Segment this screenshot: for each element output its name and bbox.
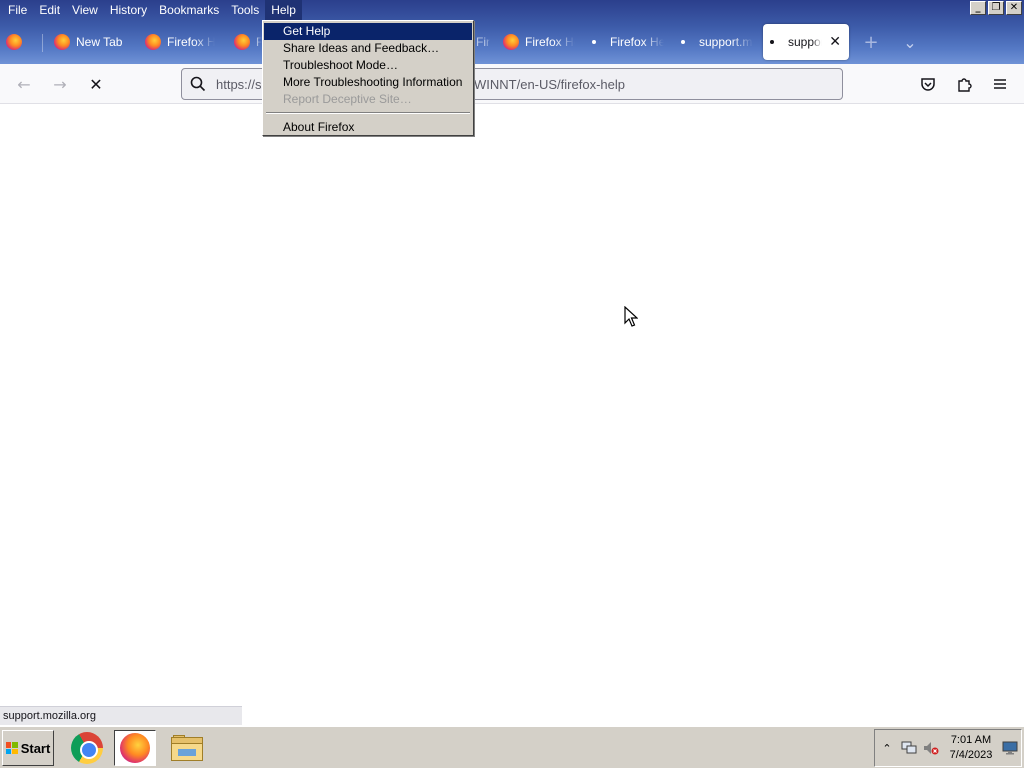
tab-firefox-help[interactable]: Firefox Help — [145, 24, 215, 60]
stop-button[interactable]: ✕ — [84, 72, 108, 96]
stop-x-icon: ✕ — [89, 74, 103, 94]
clock-time: 7:01 AM — [950, 734, 992, 746]
folder-icon — [171, 735, 203, 761]
window-controls: _ ❐ ✕ — [970, 1, 1022, 15]
firefox-icon — [234, 34, 250, 50]
extensions-button[interactable] — [952, 72, 976, 96]
tab-separator — [42, 34, 43, 52]
menu-separator — [266, 112, 470, 114]
close-window-button[interactable]: ✕ — [1006, 1, 1022, 15]
tab-support-selected[interactable]: support.mozilla.org ✕ — [763, 24, 849, 60]
taskbar-clock[interactable]: 7:01 AM 7/4/2023 — [941, 733, 1001, 763]
pocket-button[interactable] — [916, 72, 940, 96]
firefox-icon — [6, 34, 22, 50]
navigation-toolbar: ← → ✕ https://s WINNT/en-US/firefox-help — [0, 64, 1024, 104]
chrome-icon — [71, 732, 103, 764]
tab-support-loading[interactable]: support.mozilla.org — [681, 24, 753, 60]
tab-label: Firefox Help — [476, 35, 490, 49]
chevron-down-icon: ⌄ — [903, 32, 917, 52]
menu-item-share-ideas[interactable]: Share Ideas and Feedback… — [264, 40, 472, 57]
minimize-button[interactable]: _ — [970, 1, 986, 15]
menu-help[interactable]: Help — [265, 0, 302, 20]
tab-firefox-help[interactable]: Firefox Help — [234, 24, 262, 60]
tab-label: support.mozilla.org — [699, 35, 753, 49]
menu-item-troubleshooting-info[interactable]: More Troubleshooting Information — [264, 74, 472, 91]
menu-history[interactable]: History — [104, 0, 153, 20]
list-all-tabs-button[interactable]: ⌄ — [900, 24, 920, 60]
taskbar-file-explorer[interactable] — [166, 730, 208, 766]
network-icon[interactable] — [900, 739, 918, 757]
search-icon — [190, 76, 206, 92]
system-tray: ⌃ 7:01 AM 7/4/2023 — [874, 729, 1022, 767]
menu-item-get-help[interactable]: Get Help — [264, 23, 472, 40]
menu-tools[interactable]: Tools — [225, 0, 265, 20]
menu-view[interactable]: View — [66, 0, 104, 20]
start-label: Start — [20, 740, 51, 756]
restore-button[interactable]: ❐ — [988, 1, 1004, 15]
hamburger-menu-icon — [994, 79, 1006, 89]
show-desktop-button[interactable] — [1001, 739, 1019, 757]
tab-label: Firefox Help — [610, 35, 664, 49]
tab-label: Firefox Help — [167, 35, 215, 49]
volume-muted-icon[interactable] — [922, 739, 940, 757]
firefox-icon — [503, 34, 519, 50]
tab-firefox-help-loading[interactable]: Firefox Help — [592, 24, 664, 60]
loading-dot-icon — [592, 40, 596, 44]
tab-label: Firefox Help — [525, 35, 575, 49]
mouse-cursor-icon — [624, 306, 638, 327]
loading-dot-icon — [681, 40, 685, 44]
taskbar-chrome[interactable] — [66, 730, 108, 766]
back-button[interactable]: ← — [12, 72, 36, 96]
new-tab-button[interactable]: + — [862, 24, 880, 60]
menu-edit[interactable]: Edit — [33, 0, 66, 20]
page-content — [0, 105, 1024, 705]
tab-label: New Tab — [76, 35, 123, 49]
firefox-icon — [145, 34, 161, 50]
plus-icon: + — [863, 31, 879, 53]
menu-item-troubleshoot-mode[interactable]: Troubleshoot Mode… — [264, 57, 472, 74]
forward-button[interactable]: → — [48, 72, 72, 96]
pocket-icon — [921, 78, 935, 91]
menu-bar: File Edit View History Bookmarks Tools H… — [0, 0, 302, 20]
browser-titlebar: File Edit View History Bookmarks Tools H… — [0, 0, 1024, 64]
help-menu-dropdown: Get Help Share Ideas and Feedback… Troub… — [262, 20, 474, 136]
chevron-up-icon: ⌃ — [882, 741, 892, 755]
windows-logo-icon — [5, 742, 18, 754]
menu-bookmarks[interactable]: Bookmarks — [153, 0, 225, 20]
tab-firefox-help[interactable]: Firefox Help — [476, 24, 490, 60]
tab-strip: New Tab Firefox Help Firefox Help Firefo… — [0, 22, 1024, 62]
show-hidden-icons-button[interactable]: ⌃ — [878, 739, 896, 757]
url-text-prefix: https://s — [216, 76, 262, 92]
menu-file[interactable]: File — [2, 0, 33, 20]
monitor-icon — [1002, 741, 1018, 755]
loading-dot-icon — [770, 40, 774, 44]
firefox-icon — [120, 733, 150, 763]
puzzle-piece-icon — [958, 78, 972, 92]
firefox-icon — [54, 34, 70, 50]
url-text-suffix: WINNT/en-US/firefox-help — [474, 76, 625, 92]
taskbar: Start ⌃ 7:01 AM 7/4/2023 — [0, 726, 1024, 768]
menu-item-about-firefox[interactable]: About Firefox — [264, 119, 472, 136]
close-tab-icon[interactable]: ✕ — [829, 34, 841, 50]
start-button[interactable]: Start — [2, 730, 54, 766]
tab-firefox-help[interactable]: Firefox Help — [503, 24, 575, 60]
clock-date: 7/4/2023 — [949, 749, 993, 761]
arrow-right-icon: → — [53, 74, 67, 94]
arrow-left-icon: ← — [17, 74, 31, 94]
taskbar-firefox[interactable] — [114, 730, 156, 766]
firefox-view-button[interactable] — [6, 24, 36, 60]
tab-label: support.mozilla.org — [788, 35, 822, 49]
app-menu-button[interactable] — [988, 72, 1012, 96]
tab-new-tab[interactable]: New Tab — [54, 24, 134, 60]
menu-item-report-deceptive-site: Report Deceptive Site… — [283, 92, 412, 106]
status-bar: support.mozilla.org — [0, 706, 242, 725]
